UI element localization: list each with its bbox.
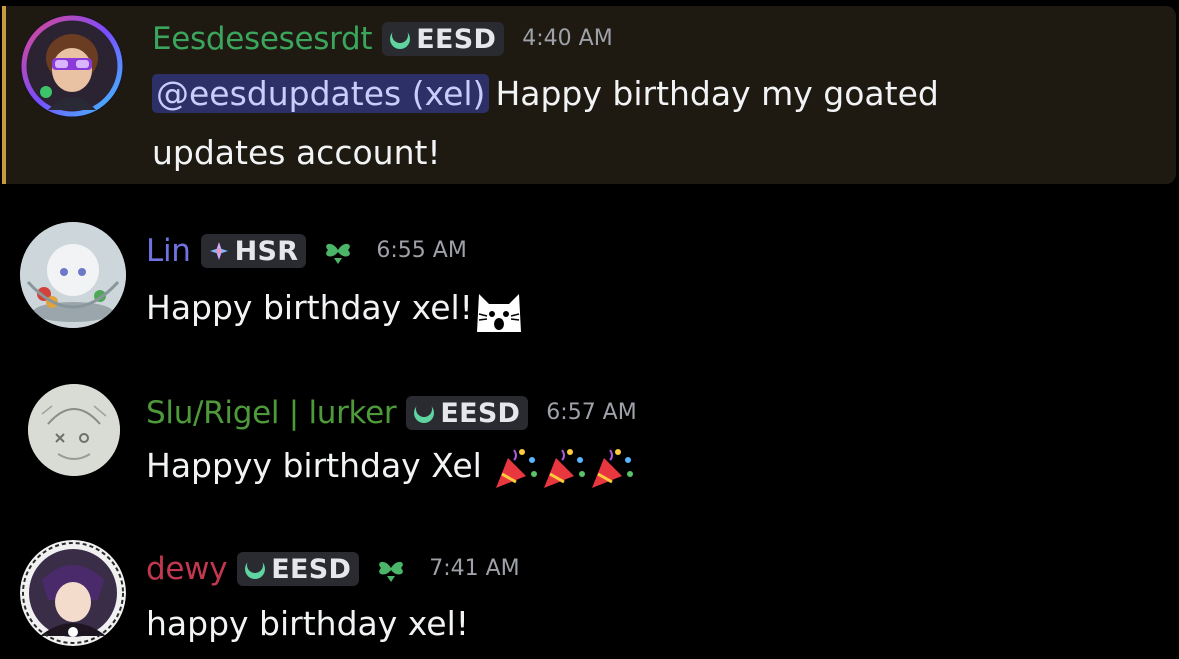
tag-label: EESD — [440, 397, 521, 429]
server-tag[interactable]: EESD — [406, 396, 529, 430]
hsr-star-icon — [209, 242, 228, 260]
chat-message-list: Eesdesesesrdt EESD 4:40 AM @eesdupdates … — [0, 0, 1179, 659]
avatar[interactable] — [28, 384, 120, 476]
avatar[interactable] — [20, 540, 126, 646]
tag-label: EESD — [271, 553, 352, 585]
message-text: Happyy birthday Xel — [146, 446, 482, 485]
message-content: Happyy birthday Xel — [146, 436, 636, 496]
avatar-image — [21, 15, 123, 117]
avatar-image — [20, 222, 126, 328]
message-header: Eesdesesesrdt EESD 4:40 AM — [152, 16, 613, 62]
screaming-cat-emoji[interactable] — [473, 286, 525, 334]
user-mention[interactable]: @eesdupdates (xel) — [152, 74, 490, 113]
message-content: Happy birthday xel! — [146, 278, 525, 338]
avatar-image — [20, 540, 126, 646]
avatar-image — [28, 384, 120, 476]
party-popper-emoji[interactable] — [588, 444, 636, 492]
tag-label: HSR — [234, 235, 299, 267]
message-header: dewy EESD 7:41 AM — [146, 546, 520, 592]
party-popper-emoji[interactable] — [492, 444, 540, 492]
message-eesdesesesrdt[interactable]: Eesdesesesrdt EESD 4:40 AM @eesdupdates … — [2, 6, 1176, 184]
avatar[interactable] — [20, 14, 124, 118]
message-content-line-2: updates account! — [152, 123, 441, 183]
server-tag[interactable]: EESD — [237, 552, 360, 586]
server-tag[interactable]: EESD — [382, 22, 505, 56]
message-slu-rigel[interactable]: Slu/Rigel | lurker EESD 6:57 AM Happyy b… — [0, 380, 1179, 490]
message-content: @eesdupdates (xel) Happy birthday my goat… — [152, 64, 939, 124]
timestamp[interactable]: 6:55 AM — [376, 228, 466, 274]
clover-heart-icon[interactable] — [371, 554, 411, 584]
message-lin[interactable]: Lin HSR 6:55 AM Happy birthday xel! — [0, 218, 1179, 338]
eesd-crescent-icon — [390, 27, 411, 49]
eesd-crescent-icon — [245, 557, 266, 579]
username[interactable]: Slu/Rigel | lurker — [146, 390, 397, 436]
username[interactable]: Eesdesesesrdt — [152, 16, 373, 62]
message-text-line-2: updates account! — [152, 133, 441, 172]
timestamp[interactable]: 6:57 AM — [546, 390, 636, 436]
message-header: Lin HSR 6:55 AM — [146, 228, 467, 274]
eesd-crescent-icon — [414, 401, 435, 423]
timestamp[interactable]: 7:41 AM — [429, 546, 519, 592]
message-content: happy birthday xel! — [146, 594, 469, 654]
message-text: Happy birthday xel! — [146, 288, 473, 327]
username[interactable]: dewy — [146, 546, 228, 592]
username[interactable]: Lin — [146, 228, 191, 274]
clover-heart-icon[interactable] — [318, 236, 358, 266]
party-popper-emoji[interactable] — [540, 444, 588, 492]
message-dewy[interactable]: dewy EESD 7:41 AM happy birthday xel! — [0, 536, 1179, 656]
message-text-line-1: Happy birthday my goated — [495, 74, 939, 113]
timestamp[interactable]: 4:40 AM — [522, 16, 612, 62]
server-tag[interactable]: HSR — [200, 234, 307, 268]
message-text: happy birthday xel! — [146, 604, 469, 643]
message-header: Slu/Rigel | lurker EESD 6:57 AM — [146, 390, 637, 436]
tag-label: EESD — [416, 23, 497, 55]
avatar[interactable] — [20, 222, 126, 328]
